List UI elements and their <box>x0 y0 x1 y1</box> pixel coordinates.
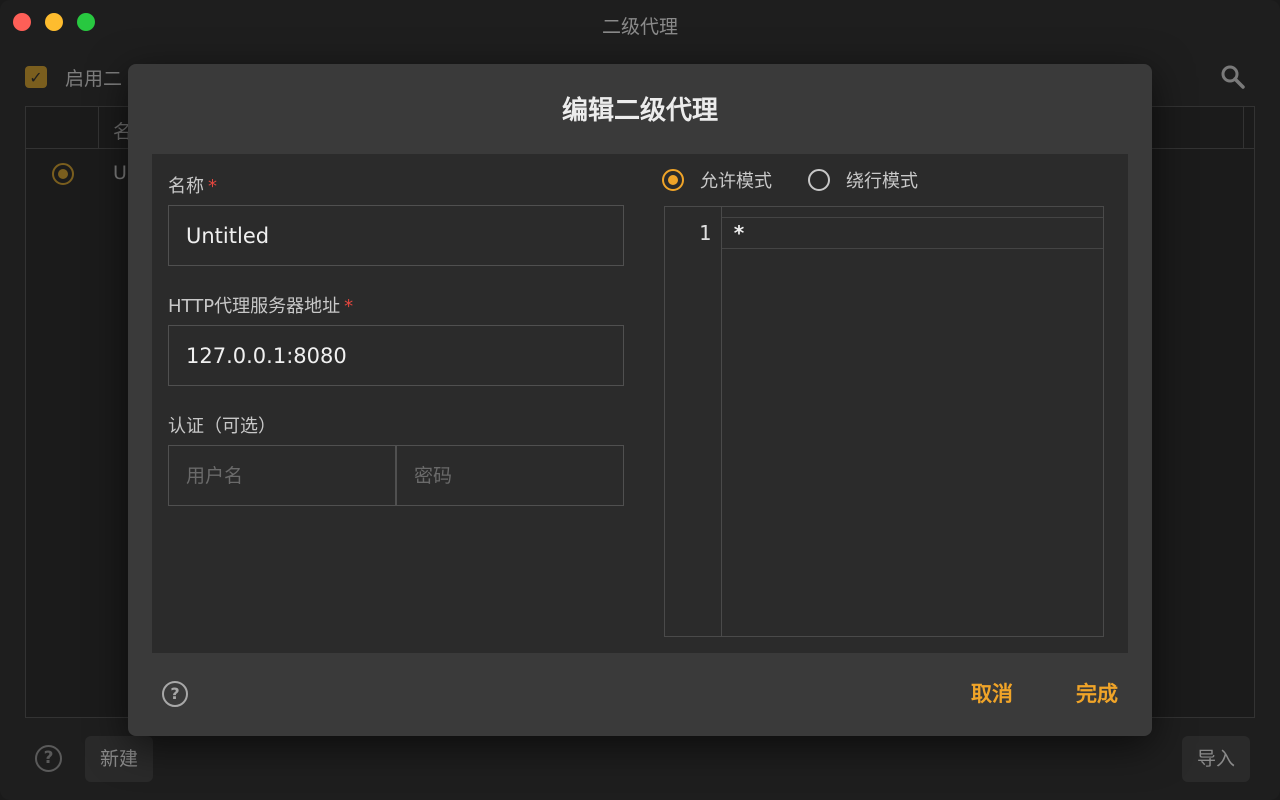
help-circle-icon[interactable]: ? <box>162 681 188 707</box>
rules-editor[interactable]: 1 * <box>664 206 1104 637</box>
enable-proxy-toggle[interactable]: ✓ 启用二 <box>25 64 122 90</box>
row-name: U <box>113 162 127 184</box>
enable-proxy-label: 启用二 <box>65 67 123 90</box>
window-title: 二级代理 <box>601 16 678 38</box>
import-button[interactable]: 导入 <box>1182 736 1251 782</box>
allow-mode-label: 允许模式 <box>700 171 772 192</box>
line-number-gutter <box>665 207 722 636</box>
name-label-text: 名称 <box>168 176 204 197</box>
allow-mode-option[interactable]: 允许模式 <box>662 168 772 192</box>
name-field-label: 名称 * <box>168 172 217 198</box>
row-select-radio[interactable] <box>52 163 74 185</box>
rule-line-text[interactable]: * <box>733 221 745 245</box>
line-number: 1 <box>698 221 711 245</box>
required-mark: * <box>344 296 354 317</box>
current-line-highlight <box>722 218 1103 249</box>
bypass-mode-label: 绕行模式 <box>846 171 918 192</box>
bypass-mode-radio[interactable] <box>808 169 830 191</box>
app-window: 二级代理 ✓ 启用二 名 U ? 新建 导入 编辑二级代理 名称 * Untit… <box>0 0 1280 800</box>
bottom-toolbar: ? 新建 导入 <box>0 730 1280 790</box>
required-mark: * <box>208 176 217 197</box>
server-address-input[interactable] <box>168 325 624 386</box>
username-input[interactable] <box>168 445 396 506</box>
new-button[interactable]: 新建 <box>85 736 154 782</box>
server-field-label: HTTP代理服务器地址 * <box>168 292 353 318</box>
bypass-mode-option[interactable]: 绕行模式 <box>808 168 918 192</box>
password-input[interactable] <box>396 445 624 506</box>
enable-checkbox[interactable]: ✓ <box>25 66 47 88</box>
cancel-button[interactable]: 取消 <box>971 678 1013 708</box>
dialog-body: 名称* HTTP代理服务器地址* 认证（可选） 允许模式 绕行模式 <box>152 154 1128 653</box>
title-bar: 二级代理 <box>0 0 1280 46</box>
name-input[interactable] <box>168 205 624 266</box>
checkmark-icon: ✓ <box>29 67 43 87</box>
auth-field-label: 认证（可选） <box>168 416 276 437</box>
done-button[interactable]: 完成 <box>1076 678 1118 708</box>
allow-mode-radio[interactable] <box>662 169 684 191</box>
edit-proxy-dialog: 编辑二级代理 名称* HTTP代理服务器地址* 认证（可选） 允许模式 <box>128 64 1152 736</box>
help-circle-icon[interactable]: ? <box>35 745 62 772</box>
search-icon[interactable] <box>1220 64 1246 90</box>
column-divider <box>98 107 99 149</box>
dialog-title: 编辑二级代理 <box>561 96 718 126</box>
server-label-text: HTTP代理服务器地址 <box>168 296 341 317</box>
column-divider <box>1243 107 1244 149</box>
